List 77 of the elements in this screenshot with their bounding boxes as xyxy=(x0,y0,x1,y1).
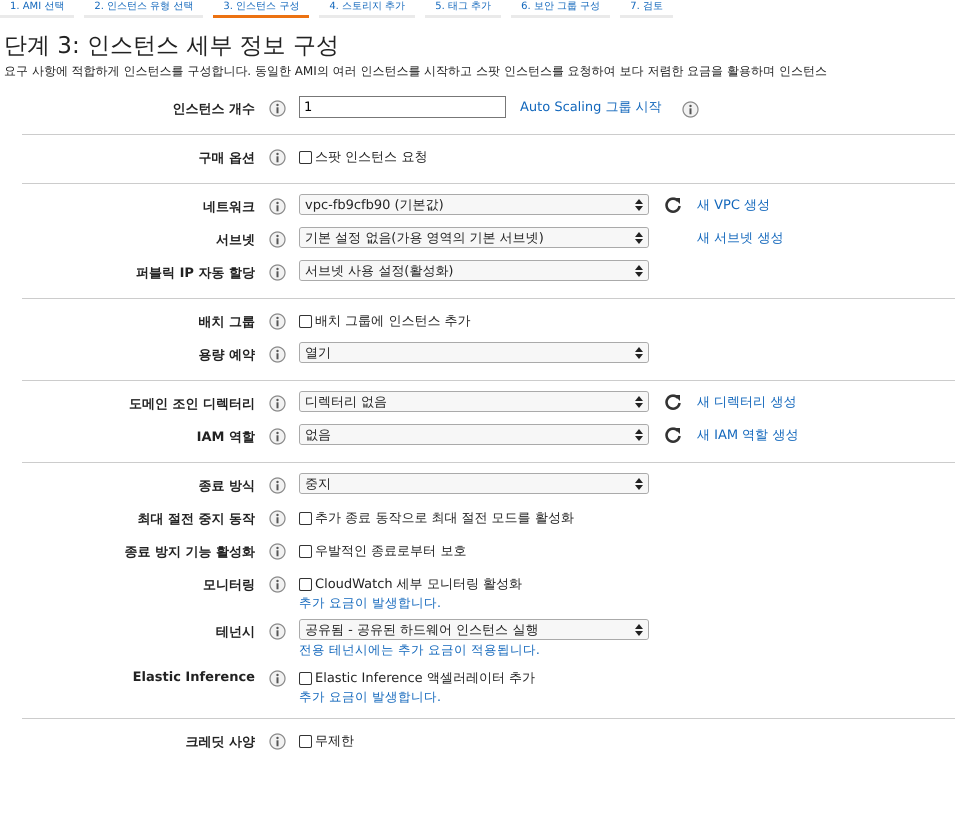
field-label: 모니터링 xyxy=(202,577,255,594)
create-link[interactable]: 새 서브넷 생성 xyxy=(697,228,784,246)
select-dropdown[interactable]: 없음 xyxy=(299,424,649,445)
checkbox[interactable]: 무제한 xyxy=(299,729,354,750)
sort-arrows-icon xyxy=(635,232,643,244)
refresh-icon[interactable] xyxy=(663,424,683,444)
page-description: 요구 사항에 적합하게 인스턴스를 구성합니다. 동일한 AMI의 여러 인스턴스를 시작하고 스팟 인스턴스를 요청하여 보다 저렴한 요금을 활용하며 인스턴스 xyxy=(4,63,828,80)
field-label: 도메인 조인 디렉터리 xyxy=(128,396,255,413)
info-icon[interactable] xyxy=(269,670,286,687)
sort-arrows-icon xyxy=(635,478,643,490)
pricing-note: 전용 테넌시에는 추가 요금이 적용됩니다. xyxy=(299,642,541,659)
checkbox[interactable]: CloudWatch 세부 모니터링 활성화 xyxy=(299,572,522,593)
info-icon[interactable] xyxy=(269,346,286,363)
info-icon[interactable] xyxy=(269,543,286,560)
step-tab[interactable]: 4. 스토리지 추가 xyxy=(319,0,416,18)
select-dropdown[interactable]: 중지 xyxy=(299,473,649,494)
field-label: 퍼블릭 IP 자동 할당 xyxy=(135,265,255,282)
refresh-icon[interactable] xyxy=(663,194,683,214)
info-icon[interactable] xyxy=(269,576,286,593)
select-dropdown[interactable]: 디렉터리 없음 xyxy=(299,391,649,412)
checkbox[interactable]: 우발적인 종료로부터 보호 xyxy=(299,539,466,560)
info-icon[interactable] xyxy=(269,231,286,248)
checkbox[interactable]: 스팟 인스턴스 요청 xyxy=(299,145,428,166)
field-label: IAM 역할 xyxy=(196,429,255,446)
info-icon[interactable] xyxy=(269,264,286,281)
field-label: 테넌시 xyxy=(215,624,255,641)
step-tab[interactable]: 3. 인스턴스 구성 xyxy=(213,0,310,18)
step-tab[interactable]: 5. 태그 추가 xyxy=(425,0,502,18)
field-label: 네트워크 xyxy=(202,199,255,216)
info-icon[interactable] xyxy=(269,100,286,117)
checkbox[interactable]: 배치 그룹에 인스턴스 추가 xyxy=(299,309,470,330)
text-field[interactable]: 1 xyxy=(299,96,506,118)
field-label: 구매 옵션 xyxy=(197,150,255,167)
sort-arrows-icon xyxy=(635,264,643,276)
checkbox[interactable]: Elastic Inference 액셀러레이터 추가 xyxy=(299,666,535,687)
sort-arrows-icon xyxy=(635,428,643,440)
step-tab[interactable]: 7. 검토 xyxy=(620,0,673,18)
pricing-note: 추가 요금이 발생합니다. xyxy=(299,595,442,612)
select-dropdown[interactable]: 열기 xyxy=(299,342,649,363)
checkbox[interactable]: 추가 종료 동작으로 최대 절전 모드를 활성화 xyxy=(299,506,574,527)
create-link[interactable]: Auto Scaling 그룹 시작 xyxy=(520,98,662,116)
select-dropdown[interactable]: vpc-fb9cfb90 (기본값) xyxy=(299,194,649,215)
select-dropdown[interactable]: 기본 설정 없음(가용 영역의 기본 서브넷) xyxy=(299,227,649,248)
refresh-icon[interactable] xyxy=(663,392,683,412)
page-title: 단계 3: 인스턴스 세부 정보 구성 xyxy=(4,32,340,61)
info-icon[interactable] xyxy=(269,510,286,527)
create-link[interactable]: 새 IAM 역할 생성 xyxy=(697,426,798,444)
select-dropdown[interactable]: 공유됨 - 공유된 하드웨어 인스턴스 실행 xyxy=(299,619,649,640)
field-label: Elastic Inference xyxy=(132,669,255,685)
info-icon[interactable] xyxy=(269,428,286,445)
info-icon[interactable] xyxy=(682,100,699,118)
field-label: 인스턴스 개수 xyxy=(171,101,255,118)
sort-arrows-icon xyxy=(635,396,643,408)
create-link[interactable]: 새 VPC 생성 xyxy=(697,196,770,214)
info-icon[interactable] xyxy=(269,623,286,640)
field-label: 최대 절전 중지 동작 xyxy=(136,511,255,528)
info-icon[interactable] xyxy=(269,149,286,166)
sort-arrows-icon xyxy=(635,624,643,636)
field-label: 종료 방지 기능 활성화 xyxy=(123,544,255,561)
info-icon[interactable] xyxy=(269,395,286,412)
field-label: 용량 예약 xyxy=(197,347,255,364)
info-icon[interactable] xyxy=(269,198,286,215)
field-label: 종료 방식 xyxy=(197,478,255,495)
field-label: 서브넷 xyxy=(215,232,255,249)
field-label: 크레딧 사양 xyxy=(184,734,255,751)
info-icon[interactable] xyxy=(269,477,286,494)
pricing-note: 추가 요금이 발생합니다. xyxy=(299,689,442,706)
create-link[interactable]: 새 디렉터리 생성 xyxy=(697,392,796,410)
step-tab[interactable]: 1. AMI 선택 xyxy=(0,0,74,18)
info-icon[interactable] xyxy=(269,733,286,750)
field-label: 배치 그룹 xyxy=(197,314,255,331)
info-icon[interactable] xyxy=(269,313,286,330)
select-dropdown[interactable]: 서브넷 사용 설정(활성화) xyxy=(299,260,649,281)
sort-arrows-icon xyxy=(635,198,643,210)
step-tab[interactable]: 2. 인스턴스 유형 선택 xyxy=(84,0,204,18)
step-tab[interactable]: 6. 보안 그룹 구성 xyxy=(511,0,610,18)
sort-arrows-icon xyxy=(635,346,643,358)
